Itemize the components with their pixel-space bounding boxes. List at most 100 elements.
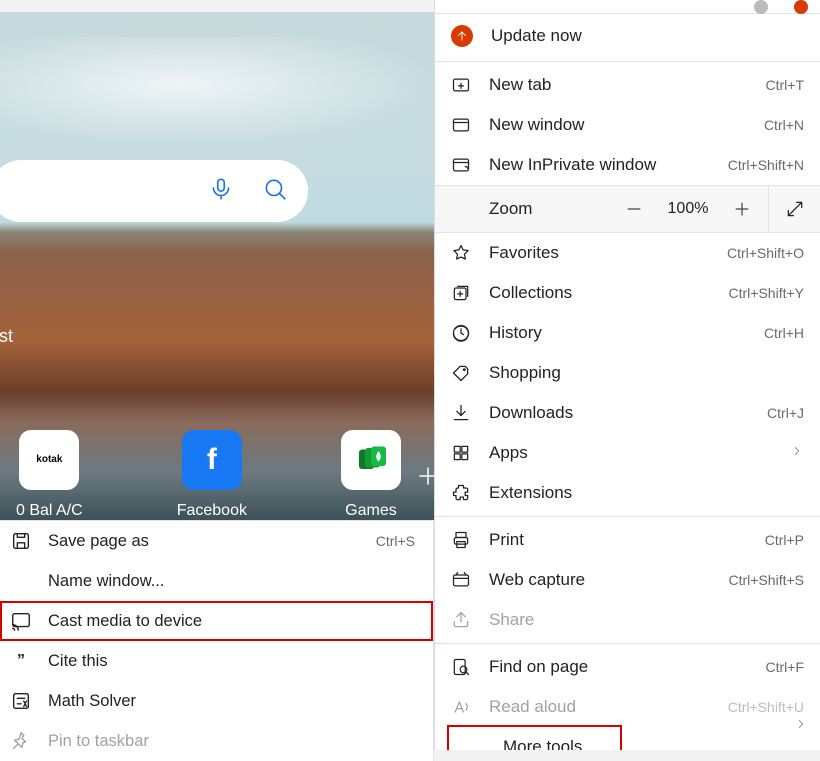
menu-item-label: New InPrivate window xyxy=(489,155,710,175)
voice-search-icon[interactable] xyxy=(208,176,234,207)
menu-item-label: New tab xyxy=(489,75,748,95)
collections-icon xyxy=(451,283,471,303)
quick-link-label: 0 Bal A/C xyxy=(16,502,83,520)
zoom-in-button[interactable] xyxy=(716,199,768,219)
menu-collections[interactable]: Collections Ctrl+Shift+Y xyxy=(435,273,820,313)
menu-new-inprivate[interactable]: New InPrivate window Ctrl+Shift+N xyxy=(435,145,820,185)
menu-item-label: Pin to taskbar xyxy=(48,732,415,751)
menu-item-shortcut: Ctrl+Shift+O xyxy=(727,245,804,261)
zoom-label: Zoom xyxy=(489,199,608,219)
menu-update-now[interactable]: Update now xyxy=(435,14,820,58)
separator xyxy=(435,61,820,62)
alert-dot-icon xyxy=(794,0,808,14)
menu-item-label: Find on page xyxy=(489,657,748,677)
update-arrow-icon xyxy=(451,25,473,47)
quick-link-bal[interactable]: kotak 0 Bal A/C xyxy=(16,430,83,520)
menu-find-on-page[interactable]: Find on page Ctrl+F xyxy=(435,647,820,687)
menu-item-shortcut: Ctrl+S xyxy=(376,533,415,549)
menu-item-label: Share xyxy=(489,610,804,630)
search-bar[interactable] xyxy=(0,160,308,222)
menu-item-label: Apps xyxy=(489,443,772,463)
menu-item-label: Math Solver xyxy=(48,692,415,711)
menu-item-shortcut: Ctrl+F xyxy=(766,659,805,675)
inprivate-icon xyxy=(451,155,471,175)
quick-link-facebook[interactable]: f Facebook xyxy=(177,430,247,520)
menu-item-label: Name window... xyxy=(48,572,415,591)
zoom-controls: Zoom 100% xyxy=(435,185,820,233)
menu-name-window[interactable]: Name window... xyxy=(0,561,433,601)
quick-link-label: Games xyxy=(345,502,397,520)
menu-print[interactable]: Print Ctrl+P xyxy=(435,520,820,560)
menu-item-label: Web capture xyxy=(489,570,711,590)
apps-icon xyxy=(451,443,471,463)
menu-pin-to-taskbar[interactable]: Pin to taskbar xyxy=(0,721,433,761)
share-icon xyxy=(451,610,471,630)
menu-item-label: More tools xyxy=(503,737,604,750)
profile-icon[interactable] xyxy=(754,0,768,14)
cast-icon xyxy=(10,611,32,631)
menu-item-label: Save page as xyxy=(48,532,360,551)
facebook-icon: f xyxy=(182,430,242,490)
menu-cite-this[interactable]: ” Cite this xyxy=(0,641,433,681)
zoom-out-button[interactable] xyxy=(608,199,660,219)
menu-more-tools[interactable]: More tools xyxy=(449,727,620,750)
titlebar-glyphs xyxy=(435,0,820,14)
menu-item-label: Downloads xyxy=(489,403,749,423)
menu-downloads[interactable]: Downloads Ctrl+J xyxy=(435,393,820,433)
menu-item-shortcut: Ctrl+Shift+S xyxy=(729,572,804,588)
menu-item-shortcut: Ctrl+Shift+U xyxy=(728,699,804,715)
menu-item-label: Cast media to device xyxy=(48,612,415,631)
pin-icon xyxy=(10,731,32,751)
menu-apps[interactable]: Apps xyxy=(435,433,820,473)
kotak-icon: kotak xyxy=(19,430,79,490)
menu-cast-media-to-device[interactable]: Cast media to device xyxy=(0,601,433,641)
menu-item-label: Collections xyxy=(489,283,711,303)
menu-extensions[interactable]: Extensions xyxy=(435,473,820,513)
menu-new-tab[interactable]: New tab Ctrl+T xyxy=(435,65,820,105)
menu-item-label: History xyxy=(489,323,746,343)
menu-item-label: Shopping xyxy=(489,363,804,383)
menu-item-label: Cite this xyxy=(48,652,415,671)
math-icon xyxy=(10,691,32,711)
menu-item-shortcut: Ctrl+Shift+N xyxy=(728,157,804,173)
menu-save-page-as[interactable]: Save page as Ctrl+S xyxy=(0,521,433,561)
menu-share[interactable]: Share xyxy=(435,600,820,640)
separator xyxy=(435,643,820,644)
search-icon[interactable] xyxy=(262,176,288,207)
background-caption: Jst xyxy=(0,326,13,347)
quick-link-games[interactable]: Games xyxy=(341,430,401,520)
menu-item-shortcut: Ctrl+H xyxy=(764,325,804,341)
downloads-icon xyxy=(451,403,471,423)
menu-favorites[interactable]: Favorites Ctrl+Shift+O xyxy=(435,233,820,273)
web-capture-icon xyxy=(451,570,471,590)
menu-item-shortcut: Ctrl+J xyxy=(767,405,804,421)
find-icon xyxy=(451,657,471,677)
menu-item-shortcut: Ctrl+T xyxy=(766,77,805,93)
extensions-icon xyxy=(451,483,471,503)
new-window-icon xyxy=(451,115,471,135)
read-aloud-icon xyxy=(451,697,471,717)
menu-item-label: Print xyxy=(489,530,747,550)
fullscreen-button[interactable] xyxy=(768,185,820,233)
star-icon xyxy=(451,243,471,263)
menu-math-solver[interactable]: Math Solver xyxy=(0,681,433,721)
menu-shopping[interactable]: Shopping xyxy=(435,353,820,393)
menu-history[interactable]: History Ctrl+H xyxy=(435,313,820,353)
separator xyxy=(435,516,820,517)
menu-web-capture[interactable]: Web capture Ctrl+Shift+S xyxy=(435,560,820,600)
menu-item-shortcut: Ctrl+Shift+Y xyxy=(729,285,804,301)
chevron-right-icon xyxy=(794,717,808,736)
more-tools-submenu: Save page as Ctrl+S Name window... Cast … xyxy=(0,520,434,761)
menu-item-label: Update now xyxy=(491,26,804,46)
menu-read-aloud[interactable]: Read aloud Ctrl+Shift+U xyxy=(435,687,820,727)
shopping-icon xyxy=(451,363,471,383)
menu-item-shortcut: Ctrl+N xyxy=(764,117,804,133)
quote-icon: ” xyxy=(10,651,32,671)
app-menu: Update now New tab Ctrl+T New window Ctr… xyxy=(434,0,820,750)
history-icon xyxy=(451,323,471,343)
quick-links: kotak 0 Bal A/C f Facebook Games xyxy=(0,430,434,520)
menu-item-label: Extensions xyxy=(489,483,804,503)
print-icon xyxy=(451,530,471,550)
menu-new-window[interactable]: New window Ctrl+N xyxy=(435,105,820,145)
zoom-value: 100% xyxy=(660,200,716,218)
